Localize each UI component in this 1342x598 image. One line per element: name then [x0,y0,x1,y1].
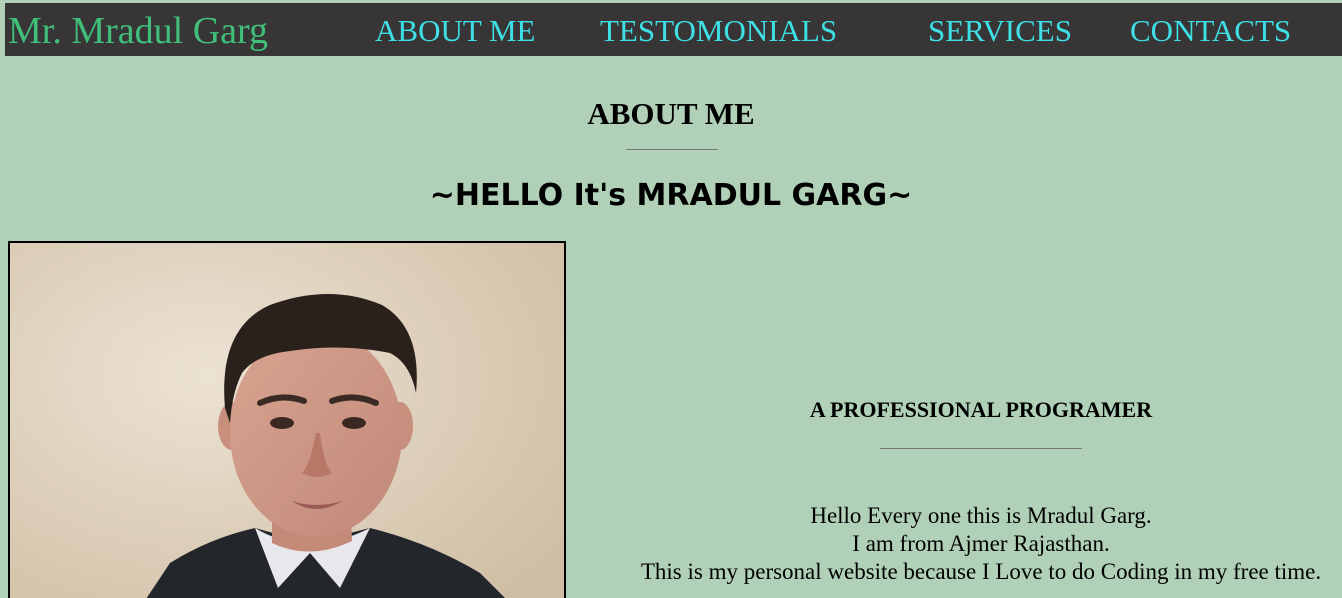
bio-line: I am from Ajmer Rajasthan. [852,531,1110,556]
profession-heading: A PROFESSIONAL PROGRAMER [809,397,1153,422]
heading-divider [626,149,718,150]
greeting-heading: ~HELLO It's MRADUL GARG~ [429,178,913,213]
nav-link-services[interactable]: SERVICES [928,14,1072,48]
nav-link-contacts[interactable]: CONTACTS [1130,14,1291,48]
portrait-illustration [10,243,564,598]
bio-line: This is my personal website because I Lo… [640,559,1322,584]
bio-line: Hello Every one this is Mradul Garg. [810,503,1152,528]
profile-photo [8,241,566,598]
nav-link-about-me[interactable]: ABOUT ME [375,14,535,48]
bio-text: Hello Every one this is Mradul Garg. I a… [640,502,1322,586]
navbar: Mr. Mradul Garg ABOUT ME TESTOMONIALS SE… [5,3,1342,56]
subtitle-divider [880,448,1082,449]
nav-link-testimonials[interactable]: TESTOMONIALS [600,14,837,48]
about-me-heading: ABOUT ME [587,96,755,131]
brand-name[interactable]: Mr. Mradul Garg [8,11,268,51]
